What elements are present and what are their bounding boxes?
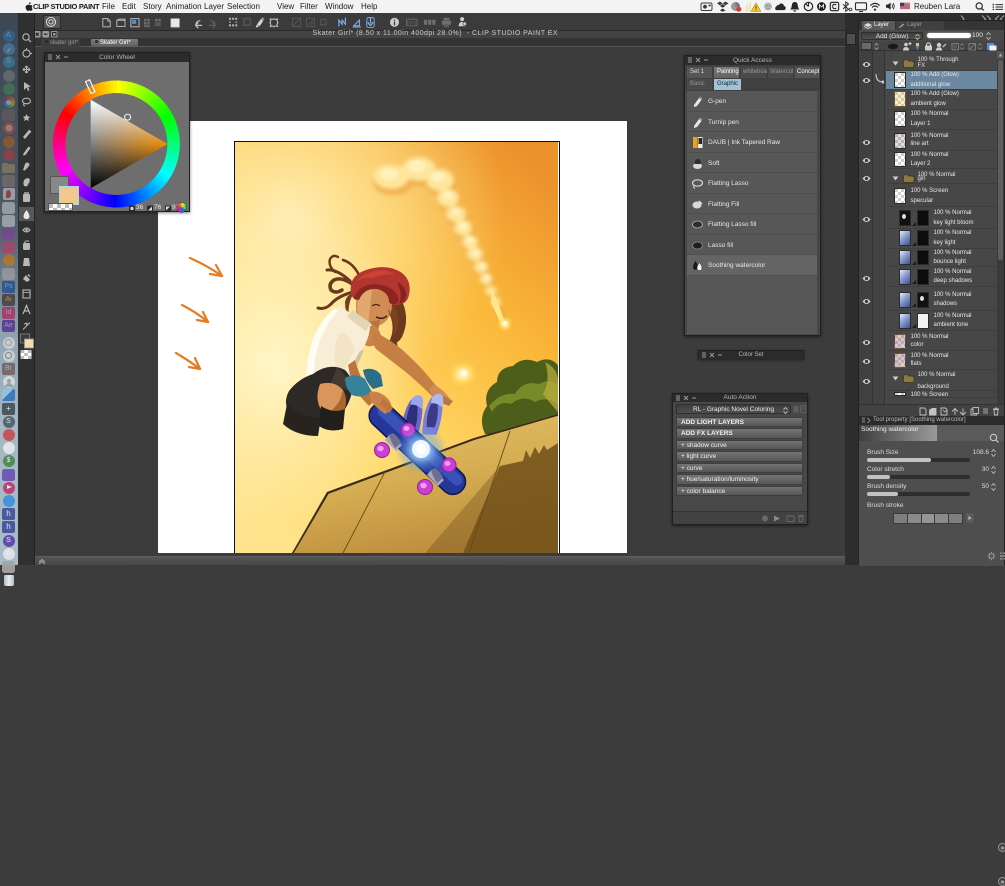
svg-text:FPS: FPS — [407, 21, 417, 27]
